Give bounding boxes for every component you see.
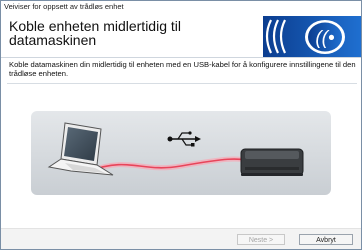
next-button[interactable]: Neste > bbox=[237, 234, 285, 245]
divider bbox=[7, 83, 357, 84]
wizard-window: Veiviser for oppsett av trådløs enhet Ko… bbox=[0, 0, 362, 250]
cancel-button[interactable]: Avbryt bbox=[299, 234, 353, 245]
wizard-header: Koble enheten midlertidig til datamaskin… bbox=[1, 15, 361, 58]
page-title-line2: datamaskinen bbox=[9, 32, 97, 48]
title-bar: Veiviser for oppsett av trådløs enhet bbox=[1, 1, 361, 15]
svg-text:((•: ((• bbox=[315, 28, 335, 49]
window-title: Veiviser for oppsett av trådløs enhet bbox=[4, 2, 124, 11]
connection-illustration bbox=[31, 111, 331, 195]
button-bar: Neste > Avbryt bbox=[1, 229, 361, 249]
wifi-icon: ((• bbox=[263, 16, 361, 57]
printer-icon bbox=[240, 148, 304, 176]
page-title-line1: Koble enheten midlertidig til bbox=[9, 18, 181, 34]
page-title: Koble enheten midlertidig til datamaskin… bbox=[9, 19, 209, 47]
instruction-text: Koble datamaskinen din midlertidig til e… bbox=[9, 60, 356, 78]
